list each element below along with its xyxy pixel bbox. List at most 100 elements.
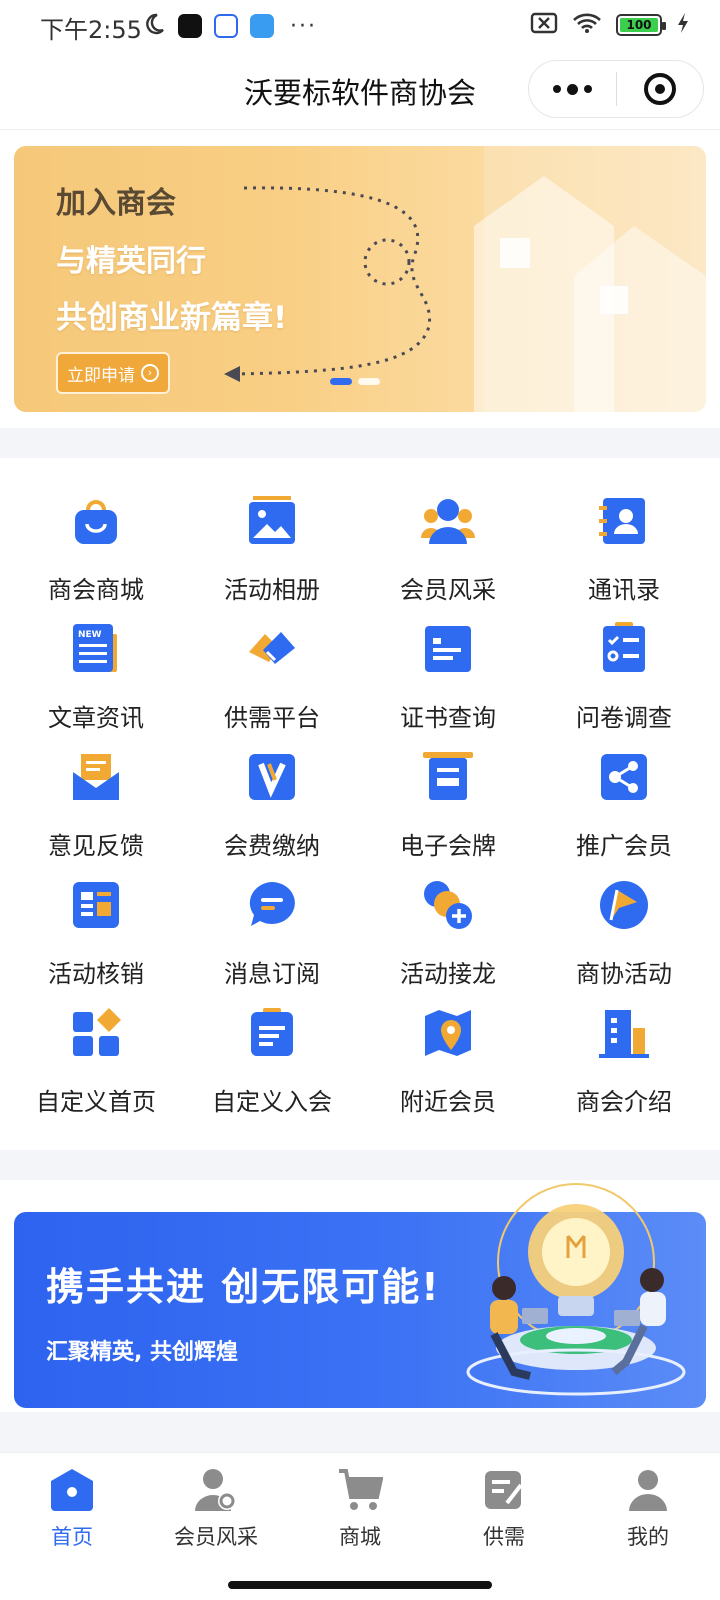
message-bubble-icon	[245, 878, 299, 932]
custom-grid-icon	[69, 1006, 123, 1060]
menu-item-label: 消息订阅	[224, 960, 320, 988]
home-indicator[interactable]	[228, 1581, 492, 1589]
certificate-icon	[421, 622, 475, 676]
feedback-mail-icon	[69, 750, 123, 804]
handshake-icon	[245, 622, 299, 676]
moon-icon	[142, 12, 166, 40]
menu-item-label: 活动接龙	[400, 960, 496, 988]
menu-item-supply-demand[interactable]: 供需平台	[184, 616, 360, 744]
status-notification-icons: ···	[142, 12, 317, 40]
menu-item-label: 供需平台	[224, 704, 320, 732]
home-icon	[49, 1467, 95, 1513]
building-icon	[597, 1006, 651, 1060]
menu-item-label: 附近会员	[400, 1088, 496, 1116]
menu-item-label: 活动相册	[224, 576, 320, 604]
menu-item-events[interactable]: 商协活动	[536, 872, 712, 1000]
promo-section: 携手共进 创无限可能! 汇聚精英, 共创辉煌	[0, 1180, 720, 1412]
tab-mall[interactable]: 商城	[288, 1453, 432, 1563]
banner-line-1: 加入商会	[56, 186, 176, 221]
menu-item-custom-home[interactable]: 自定义首页	[8, 1000, 184, 1128]
apply-now-label: 立即申请	[67, 365, 135, 386]
wifi-icon	[572, 12, 602, 38]
battery-level: 100	[620, 18, 658, 32]
tab-supply-demand[interactable]: 供需	[432, 1453, 576, 1563]
menu-item-label: 推广会员	[576, 832, 672, 860]
members-icon	[421, 494, 475, 548]
wallet-app-icon	[250, 14, 274, 38]
menu-item-survey[interactable]: 问卷调查	[536, 616, 712, 744]
svg-text:NEW: NEW	[78, 630, 102, 640]
menu-item-promote[interactable]: 推广会员	[536, 744, 712, 872]
menu-item-members[interactable]: 会员风采	[360, 488, 536, 616]
supply-demand-icon	[481, 1467, 527, 1513]
tab-label: 首页	[51, 1525, 93, 1549]
news-icon: NEW	[69, 622, 123, 676]
baidu-icon	[214, 14, 238, 38]
menu-item-e-plaque[interactable]: 电子会牌	[360, 744, 536, 872]
menu-item-label: 意见反馈	[48, 832, 144, 860]
menu-item-label: 商会介绍	[576, 1088, 672, 1116]
menu-item-custom-join[interactable]: 自定义入会	[184, 1000, 360, 1128]
menu-item-label: 商协活动	[576, 960, 672, 988]
menu-item-feedback[interactable]: 意见反馈	[8, 744, 184, 872]
tab-members[interactable]: 会员风采	[144, 1453, 288, 1563]
sim-off-icon	[530, 12, 558, 38]
feature-grid: 商会商城 活动相册 会员风采 通讯录 NEW 文章资讯 供需平台 证书查询 问卷…	[8, 488, 712, 1128]
menu-item-album[interactable]: 活动相册	[184, 488, 360, 616]
banner-section: 加入商会 与精英同行 共创商业新篇章! 立即申请 ›	[0, 130, 720, 428]
share-icon	[597, 750, 651, 804]
shopping-bag-icon	[69, 494, 123, 548]
target-icon	[643, 73, 676, 105]
menu-item-chain[interactable]: 活动接龙	[360, 872, 536, 1000]
promo-subtitle: 汇聚精英, 共创辉煌	[46, 1340, 239, 1365]
menu-item-verify[interactable]: 活动核销	[8, 872, 184, 1000]
verify-card-icon	[69, 878, 123, 932]
tab-home[interactable]: 首页	[0, 1453, 144, 1563]
close-mini-program-button[interactable]	[617, 60, 704, 118]
menu-item-label: 通讯录	[588, 576, 660, 604]
menu-item-intro[interactable]: 商会介绍	[536, 1000, 712, 1128]
pagination-dot[interactable]	[358, 378, 380, 385]
member-icon	[193, 1467, 239, 1513]
promo-banner[interactable]: 携手共进 创无限可能! 汇聚精英, 共创辉煌	[14, 1183, 706, 1408]
battery-icon: 100	[616, 14, 666, 36]
menu-item-nearby[interactable]: 附近会员	[360, 1000, 536, 1128]
menu-item-membership-fee[interactable]: 会费缴纳	[184, 744, 360, 872]
menu-item-label: 活动核销	[48, 960, 144, 988]
tiktok-icon	[178, 14, 202, 38]
charging-icon	[676, 12, 690, 38]
fee-v-icon	[245, 750, 299, 804]
menu-item-subscribe[interactable]: 消息订阅	[184, 872, 360, 1000]
photo-album-icon	[245, 494, 299, 548]
promo-title: 携手共进 创无限可能!	[46, 1265, 441, 1309]
apply-now-button[interactable]: 立即申请 ›	[56, 352, 170, 394]
lightbulb-illustration	[466, 1183, 686, 1396]
more-options-button[interactable]	[529, 60, 616, 118]
tab-label: 我的	[627, 1525, 669, 1549]
chevron-right-icon: ›	[141, 364, 159, 382]
cart-icon	[337, 1467, 384, 1513]
menu-item-label: 商会商城	[48, 576, 144, 604]
menu-item-articles[interactable]: NEW 文章资讯	[8, 616, 184, 744]
menu-item-label: 问卷调查	[576, 704, 672, 732]
join-banner[interactable]: 加入商会 与精英同行 共创商业新篇章! 立即申请 ›	[14, 146, 706, 412]
more-notifications-icon: ···	[290, 13, 317, 39]
menu-item-label: 文章资讯	[48, 704, 144, 732]
bottom-tab-bar: 首页 会员风采 商城 供需 我的	[0, 1452, 720, 1600]
pagination-dot-active[interactable]	[330, 378, 352, 385]
banner-line-2: 与精英同行	[56, 244, 206, 279]
menu-item-label: 自定义入会	[212, 1088, 332, 1116]
e-plaque-icon	[421, 750, 475, 804]
survey-checklist-icon	[597, 622, 651, 676]
menu-item-certificate[interactable]: 证书查询	[360, 616, 536, 744]
menu-item-contacts[interactable]: 通讯录	[536, 488, 712, 616]
status-system-icons: 100	[530, 12, 690, 38]
contacts-book-icon	[597, 494, 651, 548]
tabs: 首页 会员风采 商城 供需 我的	[0, 1453, 720, 1563]
tab-profile[interactable]: 我的	[576, 1453, 720, 1563]
mini-program-capsule	[528, 60, 704, 118]
menu-item-label: 会费缴纳	[224, 832, 320, 860]
status-time: 下午2:55	[40, 16, 142, 44]
status-bar: 下午2:55 ··· 100	[0, 0, 720, 52]
menu-item-mall[interactable]: 商会商城	[8, 488, 184, 616]
